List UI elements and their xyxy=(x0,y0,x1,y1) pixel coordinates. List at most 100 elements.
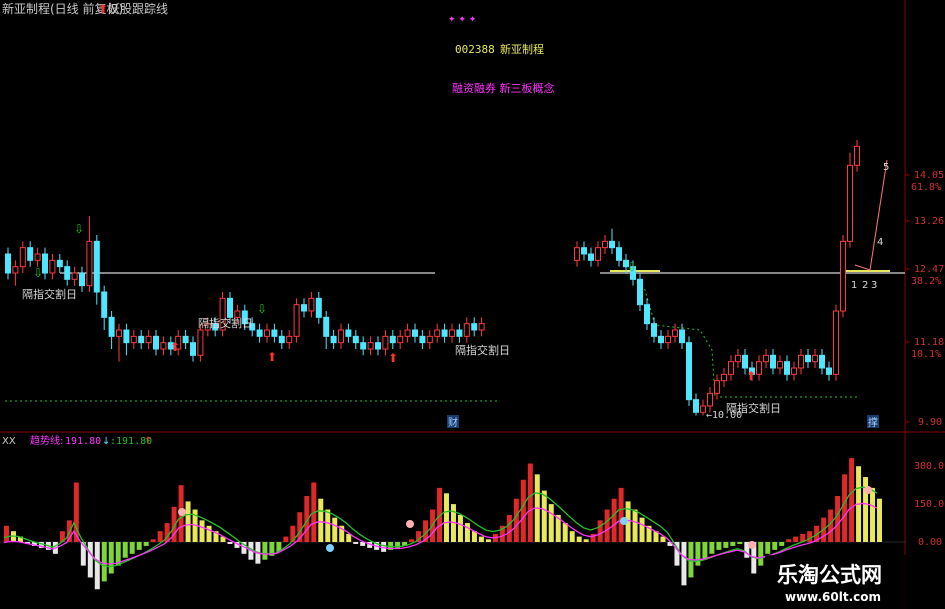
candle-s1-50[interactable] xyxy=(375,342,381,350)
candle-s2-16[interactable] xyxy=(686,342,692,401)
candle-s1-63[interactable] xyxy=(471,323,478,331)
candle-s1-41[interactable] xyxy=(308,297,315,312)
candle-s2-15[interactable] xyxy=(679,329,685,344)
candle-s2-27[interactable] xyxy=(763,354,769,363)
candle-s1-53[interactable] xyxy=(397,335,404,344)
candle-s2-12[interactable] xyxy=(658,335,664,344)
candle-s2-36[interactable] xyxy=(826,367,832,375)
candle-s1-21[interactable] xyxy=(160,342,167,350)
candle-s1-7[interactable] xyxy=(56,259,63,268)
candle-s1-19[interactable] xyxy=(145,335,152,344)
candle-s1-38[interactable] xyxy=(286,335,293,344)
candle-s1-35[interactable] xyxy=(264,329,270,337)
candle-s2-19[interactable] xyxy=(707,392,713,407)
candle-s2-26[interactable] xyxy=(756,361,762,375)
candle-s2-5[interactable] xyxy=(609,240,615,249)
candle-s2-29[interactable] xyxy=(777,361,783,369)
candle-s1-55[interactable] xyxy=(412,329,418,337)
candle-s1-10[interactable] xyxy=(79,272,85,287)
candle-s1-3[interactable] xyxy=(27,247,34,261)
candle-s1-0[interactable] xyxy=(5,253,11,274)
candle-s2-21[interactable] xyxy=(721,373,727,382)
candle-s2-33[interactable] xyxy=(805,354,811,363)
candle-s1-59[interactable] xyxy=(441,329,448,337)
candle-s1-40[interactable] xyxy=(301,304,307,312)
candle-s1-58[interactable] xyxy=(434,329,441,337)
candle-s1-42[interactable] xyxy=(315,297,322,318)
stock-chart[interactable]: 新亚制程(日线 前复权) ⬆ 妖股跟踪线 ✦ ✦ ✦ 002388 新亚制程 融… xyxy=(0,0,945,609)
candle-s1-11[interactable] xyxy=(86,240,93,287)
candle-s1-47[interactable] xyxy=(352,335,359,344)
macd-bar-77 xyxy=(541,490,547,542)
candle-s2-10[interactable] xyxy=(644,304,650,325)
candle-s1-20[interactable] xyxy=(153,335,159,350)
candle-s2-40[interactable] xyxy=(854,145,860,166)
candle-s2-20[interactable] xyxy=(714,380,720,394)
low-price-label: ←10.00 xyxy=(706,410,742,421)
candle-s1-36[interactable] xyxy=(271,329,278,337)
candle-s2-4[interactable] xyxy=(602,240,608,249)
candle-s2-6[interactable] xyxy=(616,247,622,261)
candle-s2-35[interactable] xyxy=(819,354,825,369)
candle-s2-39[interactable] xyxy=(847,164,853,242)
candle-s2-37[interactable] xyxy=(833,310,839,375)
candle-s2-38[interactable] xyxy=(840,240,846,312)
candle-s1-2[interactable] xyxy=(19,247,26,268)
candle-s1-13[interactable] xyxy=(101,291,108,318)
candle-s1-57[interactable] xyxy=(426,335,433,344)
candle-s1-16[interactable] xyxy=(123,329,130,344)
candle-s1-25[interactable] xyxy=(190,342,196,356)
candle-s2-22[interactable] xyxy=(728,361,734,375)
candle-s2-0[interactable] xyxy=(574,247,580,261)
candle-s1-12[interactable] xyxy=(93,240,100,293)
candle-s1-44[interactable] xyxy=(330,335,337,344)
candle-s1-48[interactable] xyxy=(360,342,367,350)
candle-s1-54[interactable] xyxy=(404,329,411,337)
candle-s1-4[interactable] xyxy=(34,253,41,261)
candle-s2-24[interactable] xyxy=(742,354,748,369)
candle-s2-2[interactable] xyxy=(588,253,594,261)
candle-s1-52[interactable] xyxy=(389,335,396,344)
candle-s1-49[interactable] xyxy=(367,342,374,350)
candle-s1-9[interactable] xyxy=(71,272,78,280)
candle-s2-34[interactable] xyxy=(812,354,818,363)
candle-s1-64[interactable] xyxy=(478,323,485,331)
candle-s2-17[interactable] xyxy=(693,399,699,413)
candle-s1-56[interactable] xyxy=(419,335,426,344)
candle-s1-15[interactable] xyxy=(116,329,122,337)
candle-s1-61[interactable] xyxy=(456,329,463,337)
candle-s1-46[interactable] xyxy=(345,329,352,337)
candle-s2-18[interactable] xyxy=(700,405,706,413)
candle-s1-30[interactable] xyxy=(227,297,233,318)
candle-s1-1[interactable] xyxy=(12,266,19,274)
candle-s1-45[interactable] xyxy=(338,329,344,344)
candle-s2-31[interactable] xyxy=(791,367,797,375)
candle-s1-34[interactable] xyxy=(256,329,263,337)
candle-s2-28[interactable] xyxy=(770,354,776,369)
candle-s1-37[interactable] xyxy=(278,335,285,344)
candle-s1-6[interactable] xyxy=(49,259,56,274)
candle-s1-62[interactable] xyxy=(463,323,470,337)
macd-bar-46 xyxy=(325,509,331,542)
candle-s1-17[interactable] xyxy=(130,335,137,344)
candle-s2-14[interactable] xyxy=(672,329,678,337)
candle-s1-43[interactable] xyxy=(323,316,330,337)
candle-s1-5[interactable] xyxy=(42,253,48,274)
candle-s1-39[interactable] xyxy=(293,304,300,337)
candle-s2-1[interactable] xyxy=(581,247,587,255)
candle-s2-3[interactable] xyxy=(595,247,601,261)
candle-s1-51[interactable] xyxy=(382,335,389,350)
candle-s1-24[interactable] xyxy=(182,335,189,344)
candle-s2-23[interactable] xyxy=(735,354,741,363)
candle-s1-8[interactable] xyxy=(64,266,71,280)
finance-tag-label: 财 xyxy=(448,416,458,429)
candle-s2-13[interactable] xyxy=(665,335,671,344)
candle-s2-9[interactable] xyxy=(637,278,643,306)
candle-s1-14[interactable] xyxy=(108,316,115,337)
candle-s2-11[interactable] xyxy=(651,323,657,337)
candle-s2-30[interactable] xyxy=(784,361,790,375)
candle-s2-32[interactable] xyxy=(798,354,804,369)
candle-s1-26[interactable] xyxy=(197,329,204,356)
candle-s1-18[interactable] xyxy=(138,335,145,344)
candle-s1-60[interactable] xyxy=(449,329,455,337)
